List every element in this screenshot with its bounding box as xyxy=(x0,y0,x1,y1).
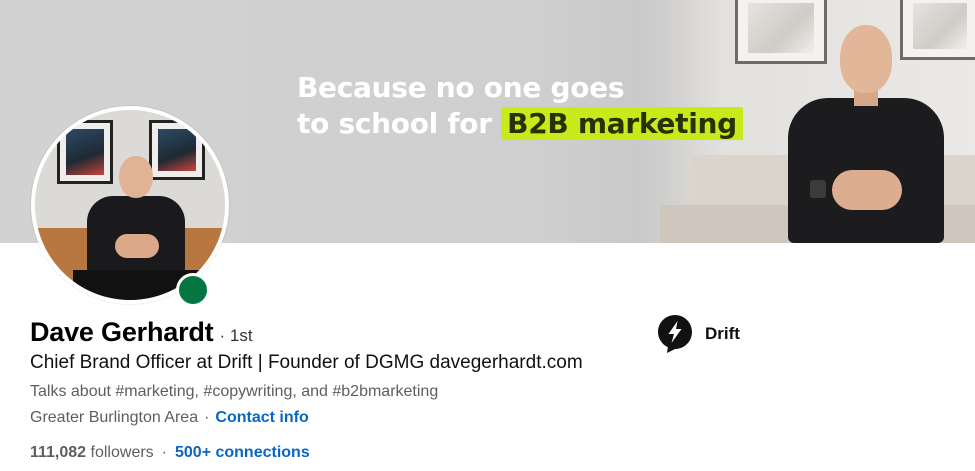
online-status-indicator xyxy=(176,273,210,307)
profile-name: Dave Gerhardt xyxy=(30,317,214,347)
company-name: Drift xyxy=(705,324,740,343)
avatar-poster xyxy=(149,120,205,180)
profile-topics: Talks about #marketing, #copywriting, an… xyxy=(30,383,439,400)
location-row: Greater Burlington Area · Contact info xyxy=(30,409,309,427)
banner-tagline-prefix: to school for xyxy=(297,107,492,140)
banner-tagline: Because no one goes to school for B2B ma… xyxy=(297,70,743,142)
separator-dot: · xyxy=(161,444,167,461)
profile-headline: Chief Brand Officer at Drift | Founder o… xyxy=(30,352,583,373)
banner-person-photo xyxy=(770,20,960,243)
stats-row: 111,082 followers · 500+ connections xyxy=(30,444,310,462)
connections-link[interactable]: 500+ connections xyxy=(175,444,310,461)
contact-info-link[interactable]: Contact info xyxy=(215,409,308,426)
profile-name-row: Dave Gerhardt · 1st xyxy=(30,317,253,348)
followers-label: followers xyxy=(90,444,154,461)
avatar-poster xyxy=(57,120,113,184)
banner-tagline-line1: Because no one goes xyxy=(297,71,625,104)
followers-count: 111,082 xyxy=(30,444,87,461)
separator-dot: · xyxy=(204,409,210,426)
connection-degree: · 1st xyxy=(219,326,253,345)
current-company[interactable]: Drift xyxy=(657,314,740,354)
banner-tagline-highlight: B2B marketing xyxy=(501,107,743,140)
profile-location: Greater Burlington Area xyxy=(30,409,199,426)
drift-logo-icon xyxy=(658,315,692,353)
banner-tagline-line2: to school for B2B marketing xyxy=(297,106,743,142)
